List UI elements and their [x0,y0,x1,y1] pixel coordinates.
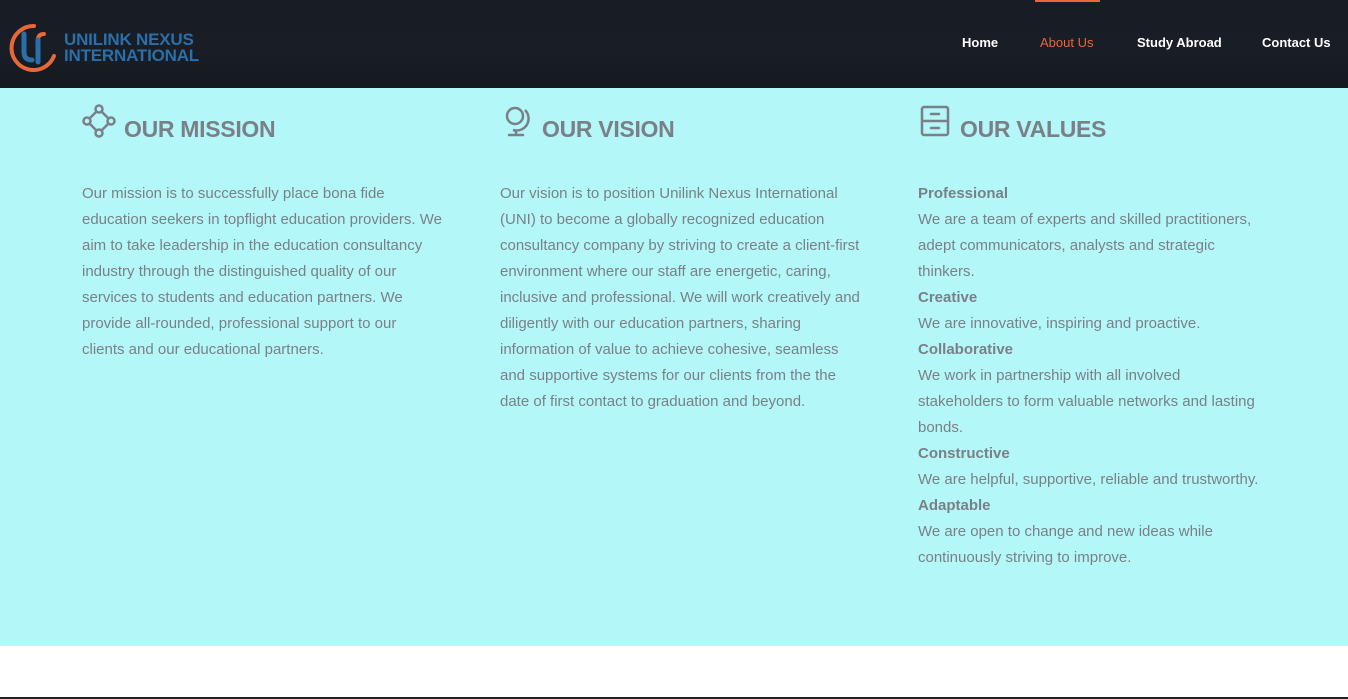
value-heading-professional: Professional [918,185,1009,202]
site-header: UNILINK NEXUS INTERNATIONAL Home About U… [0,0,1348,88]
value-heading-adaptable: Adaptable [918,497,991,514]
value-heading-constructive: Constructive [918,445,1010,462]
value-text-professional: We are a team of experts and skilled pra… [918,211,1252,280]
cabinet-icon [918,104,952,143]
diamond-nodes-icon [82,104,116,143]
value-heading-creative: Creative [918,289,978,306]
logo-mark-icon [9,23,56,72]
nav-study-abroad[interactable]: Study Abroad [1137,35,1222,50]
nav-about-us[interactable]: About Us [1040,35,1093,50]
mission-title: OUR MISSION [124,116,276,142]
logo-line-2: INTERNATIONAL [64,46,199,65]
about-section: OUR MISSION Our mission is to successful… [0,88,1348,646]
value-text-adaptable: We are open to change and new ideas whil… [918,523,1213,566]
nav-active-indicator [1035,0,1100,2]
value-heading-collaborative: Collaborative [918,341,1014,358]
vision-text: Our vision is to position Unilink Nexus … [500,185,860,410]
value-text-collaborative: We work in partnership with all involved… [918,367,1255,436]
site-logo[interactable]: UNILINK NEXUS INTERNATIONAL [8,22,199,74]
values-list: Professional We are a team of experts an… [918,181,1268,571]
nav-contact-us[interactable]: Contact Us [1262,35,1331,50]
value-text-constructive: We are helpful, supportive, reliable and… [918,471,1259,488]
globe-icon [500,104,534,143]
vision-title: OUR VISION [542,116,675,142]
nav-home[interactable]: Home [962,35,998,50]
logo-text: UNILINK NEXUS INTERNATIONAL [64,31,199,65]
mission-text: Our mission is to successfully place bon… [82,185,442,358]
value-text-creative: We are innovative, inspiring and proacti… [918,315,1201,332]
values-title: OUR VALUES [960,116,1107,142]
